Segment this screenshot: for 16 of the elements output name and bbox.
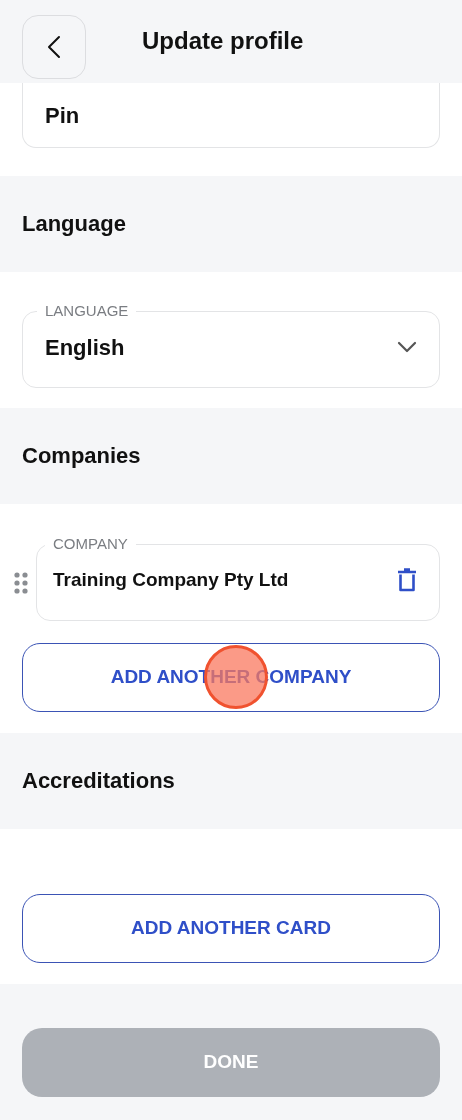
page-title: Update profile (142, 27, 304, 56)
field-label: COMPANY (52, 534, 129, 554)
section-title: Accreditations (22, 767, 175, 795)
field-value: English (45, 333, 125, 362)
drag-handle-icon[interactable] (14, 572, 28, 594)
field-label: LANGUAGE (44, 301, 130, 321)
pin-field[interactable]: Pin (22, 83, 440, 148)
back-icon (47, 34, 61, 59)
delete-button[interactable] (397, 568, 417, 592)
add-card-button[interactable]: ADD ANOTHER CARD (22, 894, 440, 963)
chevron-down-icon (397, 341, 417, 353)
section-title: Language (22, 210, 126, 238)
section-title: Companies (22, 442, 141, 470)
field-value: Training Company Pty Ltd (53, 567, 289, 592)
field-value: Pin (45, 101, 80, 130)
trash-icon (397, 568, 417, 592)
